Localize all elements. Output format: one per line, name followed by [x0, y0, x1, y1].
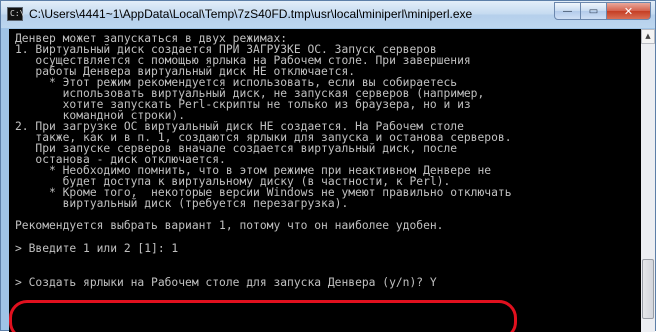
scroll-thumb[interactable]: [642, 259, 654, 319]
minimize-button[interactable]: —: [554, 2, 581, 20]
console-prompt-line: > Создать ярлыки на Рабочем столе для за…: [15, 276, 437, 289]
window-title: C:\Users\4441~1\AppData\Local\Temp\7zS40…: [29, 7, 473, 21]
console-line: виртуальный диск (требуется перезагрузка…: [15, 197, 349, 210]
console-window: C:\ C:\Users\4441~1\AppData\Local\Temp\7…: [0, 0, 656, 332]
close-button[interactable]: ✕: [607, 2, 651, 20]
title-bar[interactable]: C:\ C:\Users\4441~1\AppData\Local\Temp\7…: [1, 1, 655, 28]
scroll-up-arrow-icon[interactable]: ▲: [641, 29, 655, 44]
console-app-icon[interactable]: C:\: [7, 7, 24, 21]
window-controls: — ▭ ✕: [554, 2, 651, 22]
console-line: > Введите 1 или 2 [1]: 1: [15, 242, 179, 255]
console-line: Рекомендуется выбрать вариант 1, потому …: [15, 219, 444, 232]
maximize-button[interactable]: ▭: [581, 2, 607, 20]
console-output[interactable]: Денвер может запускаться в двух режимах:…: [9, 29, 641, 332]
vertical-scrollbar[interactable]: ▲: [641, 29, 655, 332]
highlight-annotation: [9, 300, 517, 332]
